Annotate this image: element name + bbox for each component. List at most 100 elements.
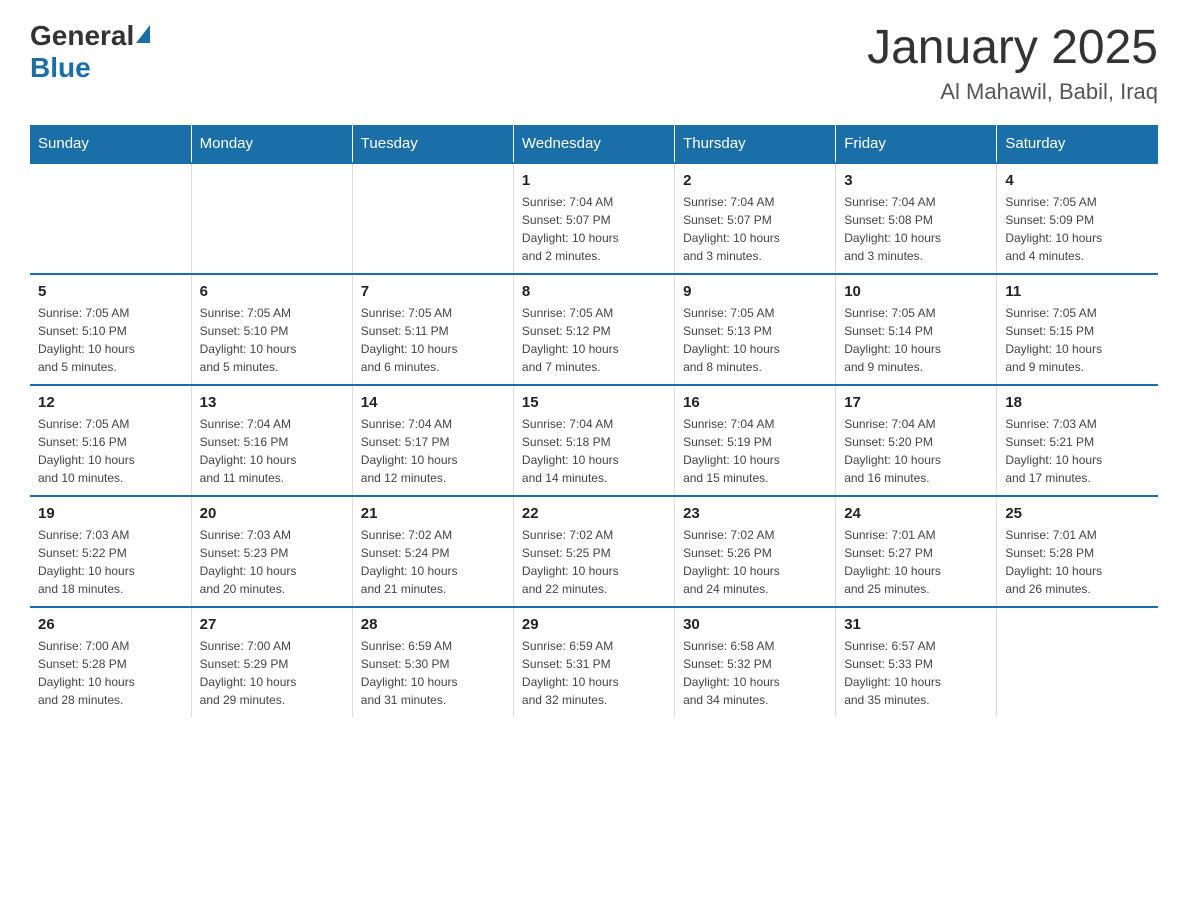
day-number: 9 <box>683 283 827 300</box>
day-number: 23 <box>683 505 827 522</box>
day-number: 5 <box>38 283 183 300</box>
day-info: Sunrise: 7:04 AM Sunset: 5:07 PM Dayligh… <box>522 193 666 265</box>
calendar-day-13: 13 Sunrise: 7:04 AM Sunset: 5:16 PM Dayli… <box>191 385 352 496</box>
weekday-header-saturday: Saturday <box>997 125 1158 163</box>
day-info: Sunrise: 7:02 AM Sunset: 5:25 PM Dayligh… <box>522 526 666 598</box>
day-number: 27 <box>200 616 344 633</box>
calendar-day-23: 23 Sunrise: 7:02 AM Sunset: 5:26 PM Dayli… <box>675 496 836 607</box>
day-number: 28 <box>361 616 505 633</box>
day-info: Sunrise: 7:02 AM Sunset: 5:26 PM Dayligh… <box>683 526 827 598</box>
weekday-header-wednesday: Wednesday <box>513 125 674 163</box>
calendar-week-row: 19 Sunrise: 7:03 AM Sunset: 5:22 PM Dayli… <box>30 496 1158 607</box>
calendar-week-row: 5 Sunrise: 7:05 AM Sunset: 5:10 PM Daylig… <box>30 274 1158 385</box>
calendar-day-24: 24 Sunrise: 7:01 AM Sunset: 5:27 PM Dayli… <box>836 496 997 607</box>
day-number: 14 <box>361 394 505 411</box>
day-number: 6 <box>200 283 344 300</box>
calendar-empty-cell <box>191 163 352 274</box>
day-info: Sunrise: 7:00 AM Sunset: 5:29 PM Dayligh… <box>200 637 344 709</box>
day-info: Sunrise: 7:05 AM Sunset: 5:10 PM Dayligh… <box>200 304 344 376</box>
day-info: Sunrise: 7:05 AM Sunset: 5:13 PM Dayligh… <box>683 304 827 376</box>
calendar-day-5: 5 Sunrise: 7:05 AM Sunset: 5:10 PM Daylig… <box>30 274 191 385</box>
day-number: 21 <box>361 505 505 522</box>
day-info: Sunrise: 7:05 AM Sunset: 5:10 PM Dayligh… <box>38 304 183 376</box>
day-info: Sunrise: 7:04 AM Sunset: 5:16 PM Dayligh… <box>200 415 344 487</box>
calendar-day-16: 16 Sunrise: 7:04 AM Sunset: 5:19 PM Dayli… <box>675 385 836 496</box>
day-info: Sunrise: 7:05 AM Sunset: 5:16 PM Dayligh… <box>38 415 183 487</box>
calendar-day-8: 8Sunrise: 7:05 AM Sunset: 5:12 PM Daylig… <box>513 274 674 385</box>
calendar-table: SundayMondayTuesdayWednesdayThursdayFrid… <box>30 125 1158 717</box>
day-number: 3 <box>844 172 988 189</box>
day-number: 30 <box>683 616 827 633</box>
day-number: 17 <box>844 394 988 411</box>
location-title: Al Mahawil, Babil, Iraq <box>867 79 1158 105</box>
day-number: 19 <box>38 505 183 522</box>
day-info: Sunrise: 7:04 AM Sunset: 5:18 PM Dayligh… <box>522 415 666 487</box>
calendar-day-27: 27 Sunrise: 7:00 AM Sunset: 5:29 PM Dayli… <box>191 607 352 717</box>
calendar-day-4: 4Sunrise: 7:05 AM Sunset: 5:09 PM Daylig… <box>997 163 1158 274</box>
weekday-header-sunday: Sunday <box>30 125 191 163</box>
day-number: 18 <box>1005 394 1150 411</box>
day-info: Sunrise: 7:01 AM Sunset: 5:28 PM Dayligh… <box>1005 526 1150 598</box>
calendar-day-9: 9 Sunrise: 7:05 AM Sunset: 5:13 PM Daylig… <box>675 274 836 385</box>
calendar-day-21: 21 Sunrise: 7:02 AM Sunset: 5:24 PM Dayli… <box>352 496 513 607</box>
day-number: 16 <box>683 394 827 411</box>
logo-general-text: General <box>30 20 134 52</box>
day-info: Sunrise: 7:01 AM Sunset: 5:27 PM Dayligh… <box>844 526 988 598</box>
day-number: 31 <box>844 616 988 633</box>
calendar-day-2: 2 Sunrise: 7:04 AM Sunset: 5:07 PM Daylig… <box>675 163 836 274</box>
calendar-day-25: 25 Sunrise: 7:01 AM Sunset: 5:28 PM Dayli… <box>997 496 1158 607</box>
day-number: 26 <box>38 616 183 633</box>
day-info: Sunrise: 7:03 AM Sunset: 5:23 PM Dayligh… <box>200 526 344 598</box>
calendar-day-15: 15Sunrise: 7:04 AM Sunset: 5:18 PM Dayli… <box>513 385 674 496</box>
calendar-week-row: 1 Sunrise: 7:04 AM Sunset: 5:07 PM Daylig… <box>30 163 1158 274</box>
month-title: January 2025 <box>867 20 1158 75</box>
day-info: Sunrise: 7:05 AM Sunset: 5:09 PM Dayligh… <box>1005 193 1150 265</box>
day-info: Sunrise: 7:02 AM Sunset: 5:24 PM Dayligh… <box>361 526 505 598</box>
day-number: 2 <box>683 172 827 189</box>
day-number: 7 <box>361 283 505 300</box>
calendar-day-7: 7 Sunrise: 7:05 AM Sunset: 5:11 PM Daylig… <box>352 274 513 385</box>
day-number: 25 <box>1005 505 1150 522</box>
calendar-day-30: 30 Sunrise: 6:58 AM Sunset: 5:32 PM Dayli… <box>675 607 836 717</box>
day-number: 8 <box>522 283 666 300</box>
calendar-day-10: 10Sunrise: 7:05 AM Sunset: 5:14 PM Dayli… <box>836 274 997 385</box>
day-number: 29 <box>522 616 666 633</box>
day-info: Sunrise: 7:04 AM Sunset: 5:17 PM Dayligh… <box>361 415 505 487</box>
calendar-day-3: 3Sunrise: 7:04 AM Sunset: 5:08 PM Daylig… <box>836 163 997 274</box>
day-info: Sunrise: 7:00 AM Sunset: 5:28 PM Dayligh… <box>38 637 183 709</box>
weekday-header-thursday: Thursday <box>675 125 836 163</box>
day-number: 13 <box>200 394 344 411</box>
calendar-day-26: 26 Sunrise: 7:00 AM Sunset: 5:28 PM Dayli… <box>30 607 191 717</box>
calendar-empty-cell <box>997 607 1158 717</box>
day-info: Sunrise: 7:05 AM Sunset: 5:11 PM Dayligh… <box>361 304 505 376</box>
page-header: General Blue January 2025 Al Mahawil, Ba… <box>30 20 1158 105</box>
title-section: January 2025 Al Mahawil, Babil, Iraq <box>867 20 1158 105</box>
calendar-header-row: SundayMondayTuesdayWednesdayThursdayFrid… <box>30 125 1158 163</box>
calendar-week-row: 12Sunrise: 7:05 AM Sunset: 5:16 PM Dayli… <box>30 385 1158 496</box>
day-info: Sunrise: 7:04 AM Sunset: 5:07 PM Dayligh… <box>683 193 827 265</box>
day-info: Sunrise: 6:57 AM Sunset: 5:33 PM Dayligh… <box>844 637 988 709</box>
calendar-empty-cell <box>352 163 513 274</box>
calendar-day-20: 20 Sunrise: 7:03 AM Sunset: 5:23 PM Dayli… <box>191 496 352 607</box>
calendar-day-12: 12Sunrise: 7:05 AM Sunset: 5:16 PM Dayli… <box>30 385 191 496</box>
calendar-week-row: 26 Sunrise: 7:00 AM Sunset: 5:28 PM Dayli… <box>30 607 1158 717</box>
calendar-day-1: 1 Sunrise: 7:04 AM Sunset: 5:07 PM Daylig… <box>513 163 674 274</box>
day-number: 1 <box>522 172 666 189</box>
day-info: Sunrise: 7:03 AM Sunset: 5:22 PM Dayligh… <box>38 526 183 598</box>
day-info: Sunrise: 6:59 AM Sunset: 5:31 PM Dayligh… <box>522 637 666 709</box>
day-info: Sunrise: 7:04 AM Sunset: 5:19 PM Dayligh… <box>683 415 827 487</box>
weekday-header-monday: Monday <box>191 125 352 163</box>
weekday-header-friday: Friday <box>836 125 997 163</box>
day-info: Sunrise: 6:58 AM Sunset: 5:32 PM Dayligh… <box>683 637 827 709</box>
calendar-day-14: 14 Sunrise: 7:04 AM Sunset: 5:17 PM Dayli… <box>352 385 513 496</box>
day-info: Sunrise: 7:04 AM Sunset: 5:20 PM Dayligh… <box>844 415 988 487</box>
calendar-day-11: 11Sunrise: 7:05 AM Sunset: 5:15 PM Dayli… <box>997 274 1158 385</box>
calendar-day-31: 31 Sunrise: 6:57 AM Sunset: 5:33 PM Dayli… <box>836 607 997 717</box>
calendar-day-19: 19 Sunrise: 7:03 AM Sunset: 5:22 PM Dayli… <box>30 496 191 607</box>
calendar-day-29: 29 Sunrise: 6:59 AM Sunset: 5:31 PM Dayli… <box>513 607 674 717</box>
calendar-day-22: 22Sunrise: 7:02 AM Sunset: 5:25 PM Dayli… <box>513 496 674 607</box>
logo-triangle-icon <box>136 25 150 43</box>
day-number: 20 <box>200 505 344 522</box>
day-number: 24 <box>844 505 988 522</box>
day-info: Sunrise: 7:03 AM Sunset: 5:21 PM Dayligh… <box>1005 415 1150 487</box>
